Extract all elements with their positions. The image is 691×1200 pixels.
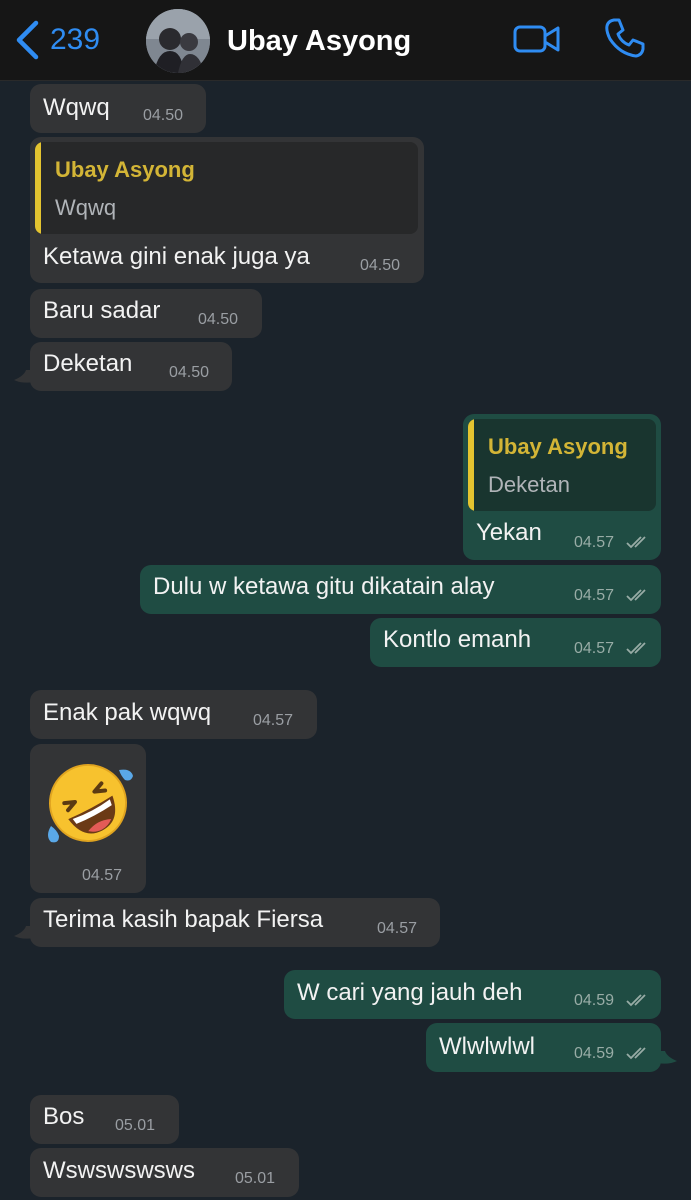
video-call-button[interactable] <box>513 22 561 61</box>
quoted-message[interactable]: Ubay Asyong Deketan <box>468 419 656 511</box>
chevron-left-icon <box>16 20 39 60</box>
incoming-message[interactable]: Terima kasih bapak Fiersa 04.57 <box>30 898 440 947</box>
incoming-message[interactable]: Baru sadar 04.50 <box>30 289 262 338</box>
avatar[interactable] <box>146 9 210 73</box>
incoming-message[interactable]: Wqwq 04.50 <box>30 84 206 133</box>
message-time: 05.01 <box>115 1117 156 1134</box>
quoted-message[interactable]: Ubay Asyong Wqwq <box>35 142 418 234</box>
chat-header: 239 Ubay Asyong <box>0 0 691 81</box>
message-time: 05.01 <box>235 1170 276 1187</box>
avatar-image <box>146 9 210 73</box>
message-time: 04.50 <box>143 107 184 124</box>
bubble-tail <box>657 1051 677 1064</box>
quote-text: Wqwq <box>55 195 117 220</box>
message-text: W cari yang jauh deh <box>297 979 523 1006</box>
message-time: 04.50 <box>360 257 401 274</box>
message-time: 04.50 <box>169 364 210 381</box>
outgoing-reply-message[interactable]: Ubay Asyong Deketan Yekan 04.57 <box>463 414 661 560</box>
incoming-reply-message[interactable]: Ubay Asyong Wqwq Ketawa gini enak juga y… <box>30 137 424 283</box>
read-ticks-icon <box>626 994 646 1007</box>
incoming-message[interactable]: Deketan 04.50 <box>30 342 232 391</box>
message-time: 04.57 <box>82 867 123 884</box>
message-time: 04.57 <box>253 712 294 729</box>
quote-author: Ubay Asyong <box>488 434 628 459</box>
message-text: Dulu w ketawa gitu dikatain alay <box>153 573 495 600</box>
message-text: Bos <box>43 1103 85 1130</box>
rolling-on-the-floor-laughing-icon <box>48 764 133 843</box>
incoming-message[interactable]: Bos 05.01 <box>30 1095 179 1144</box>
incoming-message[interactable]: Wswswswsws 05.01 <box>30 1148 299 1197</box>
message-text: Wqwq <box>43 94 110 121</box>
message-time: 04.57 <box>574 534 615 551</box>
phone-icon <box>605 18 645 58</box>
incoming-emoji-message[interactable]: 04.57 <box>30 744 146 893</box>
read-ticks-icon <box>626 642 646 655</box>
message-text: Terima kasih bapak Fiersa <box>43 906 324 933</box>
message-text: Enak pak wqwq <box>43 699 212 726</box>
video-camera-icon <box>513 25 560 53</box>
outgoing-message[interactable]: Kontlo emanh 04.57 <box>370 618 661 667</box>
message-text: Wlwlwlwl <box>439 1033 535 1060</box>
back-button[interactable]: 239 <box>14 20 100 60</box>
message-text: Deketan <box>43 350 133 377</box>
quote-bar <box>35 142 41 234</box>
message-text: Ketawa gini enak juga ya <box>43 243 310 270</box>
message-time: 04.50 <box>198 311 239 328</box>
voice-call-button[interactable] <box>604 17 646 64</box>
unread-count: 239 <box>50 23 101 56</box>
message-time: 04.59 <box>574 992 615 1009</box>
message-time: 04.57 <box>574 587 615 604</box>
quote-text: Deketan <box>488 472 570 497</box>
message-time: 04.59 <box>574 1045 615 1062</box>
message-text: Yekan <box>476 519 542 546</box>
message-time: 04.57 <box>574 640 615 657</box>
message-text: Kontlo emanh <box>383 626 532 653</box>
quote-bar <box>468 419 474 511</box>
message-text: Baru sadar <box>43 297 161 324</box>
read-ticks-icon <box>626 589 646 602</box>
quote-author: Ubay Asyong <box>55 157 195 182</box>
read-ticks-icon <box>626 1047 646 1060</box>
read-ticks-icon <box>626 536 646 549</box>
message-text: Wswswswsws <box>43 1157 195 1184</box>
outgoing-message[interactable]: Wlwlwlwl 04.59 <box>426 1023 661 1072</box>
contact-name[interactable]: Ubay Asyong <box>227 22 411 60</box>
outgoing-message[interactable]: W cari yang jauh deh 04.59 <box>284 970 661 1019</box>
message-time: 04.57 <box>377 920 418 937</box>
incoming-message[interactable]: Enak pak wqwq 04.57 <box>30 690 317 739</box>
outgoing-message[interactable]: Dulu w ketawa gitu dikatain alay 04.57 <box>140 565 661 614</box>
